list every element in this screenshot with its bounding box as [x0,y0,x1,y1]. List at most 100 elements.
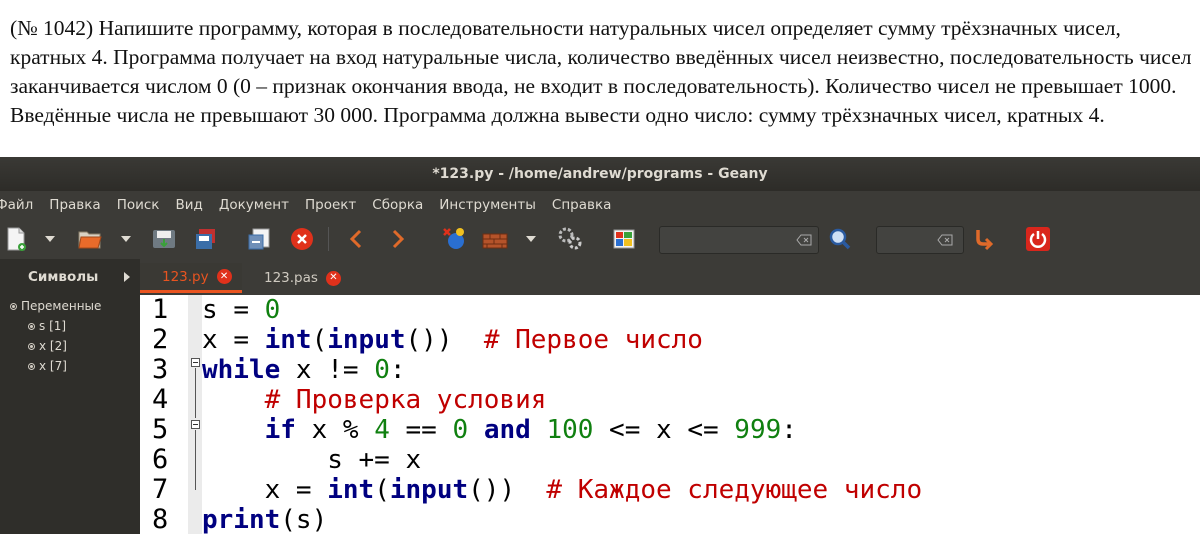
code-token: ()) [405,325,484,355]
code-line[interactable]: x = int(input()) # Каждое следующее числ… [202,475,923,505]
symbol-item[interactable]: x [7] [28,359,67,373]
line-number: 4 [152,384,169,415]
forward-icon[interactable] [384,225,412,253]
code-line[interactable]: s += x [202,445,421,475]
code-token: input [389,475,469,505]
menu-edit[interactable]: Правка [49,197,100,213]
menu-search[interactable]: Поиск [117,197,160,213]
save-icon[interactable] [150,225,178,253]
tab-123-py[interactable]: 123.py ✕ [140,263,242,293]
code-token: ( [374,475,390,505]
code-line[interactable]: x = int(input()) # Первое число [202,325,703,355]
code-token: ( [311,325,328,355]
clear-goto-icon[interactable] [936,230,954,250]
symbol-group-label: Переменные [21,299,102,313]
close-icon[interactable]: ✕ [325,270,341,286]
code-token: int [264,325,312,355]
open-file-icon[interactable] [76,225,104,253]
code-token: x [202,325,234,355]
back-icon[interactable] [342,225,370,253]
fold-toggle-icon[interactable] [191,420,200,429]
symbol-label: x [7] [39,359,67,373]
tab-123-pas[interactable]: 123.pas ✕ [242,263,351,293]
line-number: 2 [152,324,169,355]
code-token: == [389,415,453,445]
fold-toggle-icon[interactable] [191,358,200,367]
geany-window: *123.py - /home/andrew/programs - Geany … [0,157,1200,534]
code-token: x != [280,355,375,385]
code-token: 999 [734,415,782,445]
new-file-icon[interactable] [2,225,30,253]
code-token: 100 [546,415,594,445]
fold-guide [195,368,196,418]
jump-to-line-icon[interactable] [970,225,998,253]
tab-label: 123.py [162,268,209,285]
code-line[interactable]: print(s) [202,505,327,534]
chevron-right-icon[interactable] [124,272,130,282]
toolbar-separator [328,227,329,251]
code-token: s += x [202,445,422,475]
menu-view[interactable]: Вид [175,197,202,213]
code-token: x % [295,415,375,445]
line-number: 3 [152,354,169,385]
tab-label: 123.pas [264,270,318,286]
close-icon[interactable]: ✕ [216,269,232,284]
build-dropdown-icon[interactable] [526,236,536,242]
search-icon[interactable] [826,225,854,253]
code-token: int [327,475,375,505]
code-token: # Проверка условия [264,385,547,415]
code-token: : [781,415,797,445]
variable-icon [10,302,17,310]
build-icon[interactable] [480,225,508,253]
toolbar [0,219,1200,259]
code-token: if [264,415,296,445]
tab-symbols[interactable]: Символы [0,259,140,295]
code-token: while [202,355,281,385]
code-line[interactable]: while x != 0: [202,355,406,385]
close-file-icon[interactable] [288,225,316,253]
code-line[interactable]: # Проверка условия [202,385,547,415]
code-token: : [389,355,406,385]
menu-bar: Файл Правка Поиск Вид Документ Проект Сб… [0,191,1200,219]
color-chooser-icon[interactable] [610,225,638,253]
code-line[interactable]: s = 0 [202,295,280,325]
menu-tools[interactable]: Инструменты [439,197,536,213]
code-token: x = [202,475,328,505]
symbol-item[interactable]: x [2] [28,339,67,353]
line-number: 8 [152,504,169,534]
menu-build[interactable]: Сборка [372,197,423,213]
code-token: <= x <= [593,415,735,445]
window-title: *123.py - /home/andrew/programs - Geany [0,157,1200,191]
symbol-group-variables[interactable]: Переменные [10,299,101,313]
menu-file[interactable]: Файл [0,197,33,213]
menu-document[interactable]: Документ [219,197,289,213]
symbol-item[interactable]: s [1] [28,319,66,333]
menu-help[interactable]: Справка [552,197,611,213]
save-all-icon[interactable] [192,225,220,253]
clear-search-icon[interactable] [795,230,813,250]
code-token: input [327,325,406,355]
execute-icon[interactable] [556,225,584,253]
line-number: 7 [152,474,169,505]
fold-guide [195,430,196,490]
revert-icon[interactable] [246,225,274,253]
code-token: s [202,295,234,325]
symbols-sidebar: Переменные s [1] x [2] x [7] [0,295,140,534]
symbol-label: s [1] [39,319,67,333]
variable-icon [28,362,35,370]
menu-project[interactable]: Проект [305,197,356,213]
variable-icon [28,322,35,330]
code-line[interactable]: if x % 4 == 0 and 100 <= x <= 999: [202,415,797,445]
new-file-dropdown-icon[interactable] [45,236,55,242]
code-token: 0 [264,295,281,325]
quit-icon[interactable] [1024,225,1052,253]
compile-icon[interactable] [440,225,468,253]
line-number: 6 [152,444,169,475]
symbol-label: x [2] [39,339,67,353]
open-file-dropdown-icon[interactable] [121,236,131,242]
code-editor[interactable]: 12345678s = 0x = int(input()) # Первое ч… [140,295,1200,534]
